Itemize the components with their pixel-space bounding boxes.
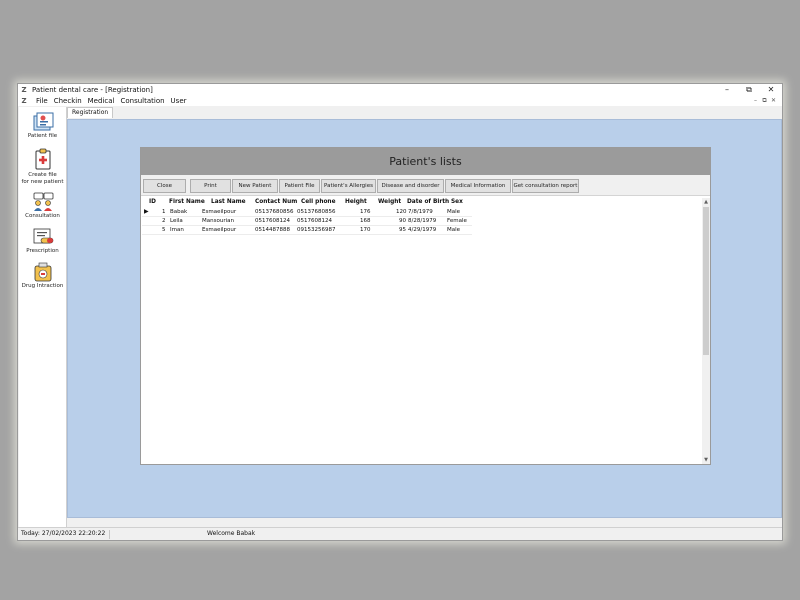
cell-cell-phone: 09153256987 [297,227,336,233]
column-header-first-name[interactable]: First Name [169,198,205,207]
title-bar[interactable]: Z Patient dental care - [Registration] –… [18,84,782,96]
sidebar-item-label-line1: Create file [28,172,57,178]
column-header-date-of-birth[interactable]: Date of Birth [407,198,449,207]
patient-table: ID First Name Last Name Contact Num Cell… [142,198,703,464]
cell-cell-phone: 05137680856 [297,209,336,215]
cell-sex: Female [447,218,467,224]
app-logo-icon: Z [21,86,27,94]
cell-weight: 95 [399,227,406,233]
sidebar-item-label: Patient file [27,133,58,139]
mdi-close-icon[interactable]: ✕ [769,96,778,106]
column-header-sex[interactable]: Sex [451,198,463,207]
cell-weight: 90 [399,218,406,224]
cell-id: 1 [162,209,166,215]
cell-id: 5 [162,227,166,233]
mdi-child-logo-icon[interactable]: Z [20,97,28,105]
cell-last-name: Esmaeilpour [202,209,237,215]
print-button[interactable]: Print [190,179,231,193]
table-row[interactable]: 2 Leila Mansourian 0517608124 0517608124… [142,217,472,226]
disease-disorder-button[interactable]: Disease and disorder [377,179,444,193]
scrollbar-thumb[interactable] [703,207,709,355]
cell-last-name: Mansourian [202,218,234,224]
patient-file-icon [33,112,53,131]
cell-cell-phone: 0517608124 [297,218,332,224]
cell-weight: 120 [396,209,407,215]
sidebar: Patient file Create file for new patient… [19,107,67,527]
cell-contact-num: 0517608124 [255,218,290,224]
cell-height: 170 [360,227,371,233]
status-bar: Today: 27/02/2023 22:20:22 Welcome Babak [18,527,782,540]
cell-sex: Male [447,209,461,215]
sidebar-item-consultation[interactable]: Consultation [19,192,66,220]
menu-consultation[interactable]: Consultation [117,96,167,106]
status-separator [109,530,110,539]
prescription-icon [33,228,53,244]
sidebar-item-label: Consultation [25,213,60,219]
clipboard-plus-icon [35,148,50,170]
sidebar-item-create-file[interactable]: Create file for new patient [19,148,66,186]
menu-user[interactable]: User [168,96,190,106]
scroll-up-icon[interactable]: ▲ [702,198,710,206]
mdi-minimize-icon[interactable]: – [751,96,760,106]
cell-contact-num: 0514487888 [255,227,290,233]
consultation-icon [33,192,53,211]
mdi-workspace: Patient's lists Close Print New Patient … [67,119,782,518]
cell-height: 168 [360,218,371,224]
sidebar-item-drug-interaction[interactable]: Drug Intraction [19,262,66,290]
patient-list-panel: Patient's lists Close Print New Patient … [140,147,711,465]
close-button[interactable]: Close [143,179,186,193]
medical-information-button[interactable]: Medical Information [445,179,511,193]
sidebar-item-label: Prescription [26,248,59,254]
new-patient-button[interactable]: New Patient [232,179,278,193]
menu-medical[interactable]: Medical [85,96,118,106]
mdi-restore-icon[interactable]: ⧉ [760,96,769,106]
mdi-controls: – ⧉ ✕ [751,96,778,106]
cell-first-name: Leila [170,218,183,224]
restore-icon[interactable]: ⧉ [738,84,760,96]
window-controls: – ⧉ ✕ [716,84,782,96]
table-row[interactable]: 5 Iman Esmaeilpour 0514487888 0915325698… [142,226,472,235]
column-header-id[interactable]: ID [149,198,156,207]
sidebar-item-label: Drug Intraction [21,283,64,289]
minimize-icon[interactable]: – [716,84,738,96]
cell-first-name: Iman [170,227,184,233]
status-welcome-user: Welcome Babak [207,530,256,537]
column-header-contact-num[interactable]: Contact Num [255,198,297,207]
column-header-height[interactable]: Height [345,198,367,207]
cell-last-name: Esmaeilpour [202,227,237,233]
current-row-indicator-icon: ▶ [144,208,149,215]
patient-file-button[interactable]: Patient File [279,179,320,193]
cell-contact-num: 05137680856 [255,209,294,215]
sidebar-item-prescription[interactable]: Prescription [19,227,66,255]
sidebar-item-patient-file[interactable]: Patient file [19,112,66,140]
panel-toolbar: Close Print New Patient Patient File Pat… [141,177,710,196]
cell-id: 2 [162,218,166,224]
app-window: Z Patient dental care - [Registration] –… [17,83,783,541]
menu-bar: Z File Checkin Medical Consultation User… [18,96,782,106]
menu-file[interactable]: File [33,96,51,106]
cell-first-name: Babak [170,209,188,215]
mdi-tabstrip: Registration [67,107,782,118]
drug-interaction-icon [34,262,51,282]
close-icon[interactable]: ✕ [760,84,782,96]
consultation-report-button[interactable]: Get consultation report [512,179,579,193]
tab-registration[interactable]: Registration [67,107,114,118]
status-date-time: Today: 27/02/2023 22:20:22 [21,530,106,537]
scroll-down-icon[interactable]: ▼ [702,456,710,464]
column-header-cell-phone[interactable]: Cell phone [301,198,336,207]
cell-date-of-birth: 4/29/1979 [408,227,437,233]
window-title: Patient dental care - [Registration] [32,86,153,94]
cell-height: 176 [360,209,371,215]
cell-sex: Male [447,227,461,233]
column-header-last-name[interactable]: Last Name [211,198,246,207]
sidebar-item-label-line2: for new patient [21,179,64,185]
panel-title: Patient's lists [141,148,710,177]
menu-checkin[interactable]: Checkin [51,96,85,106]
column-header-weight[interactable]: Weight [378,198,401,207]
table-vertical-scrollbar[interactable]: ▲ ▼ [702,198,710,464]
patient-allergies-button[interactable]: Patient's Allergies [321,179,376,193]
cell-date-of-birth: 7/8/1979 [408,209,433,215]
table-row[interactable]: ▶ 1 Babak Esmaeilpour 05137680856 051376… [142,208,472,217]
cell-date-of-birth: 8/28/1979 [408,218,437,224]
